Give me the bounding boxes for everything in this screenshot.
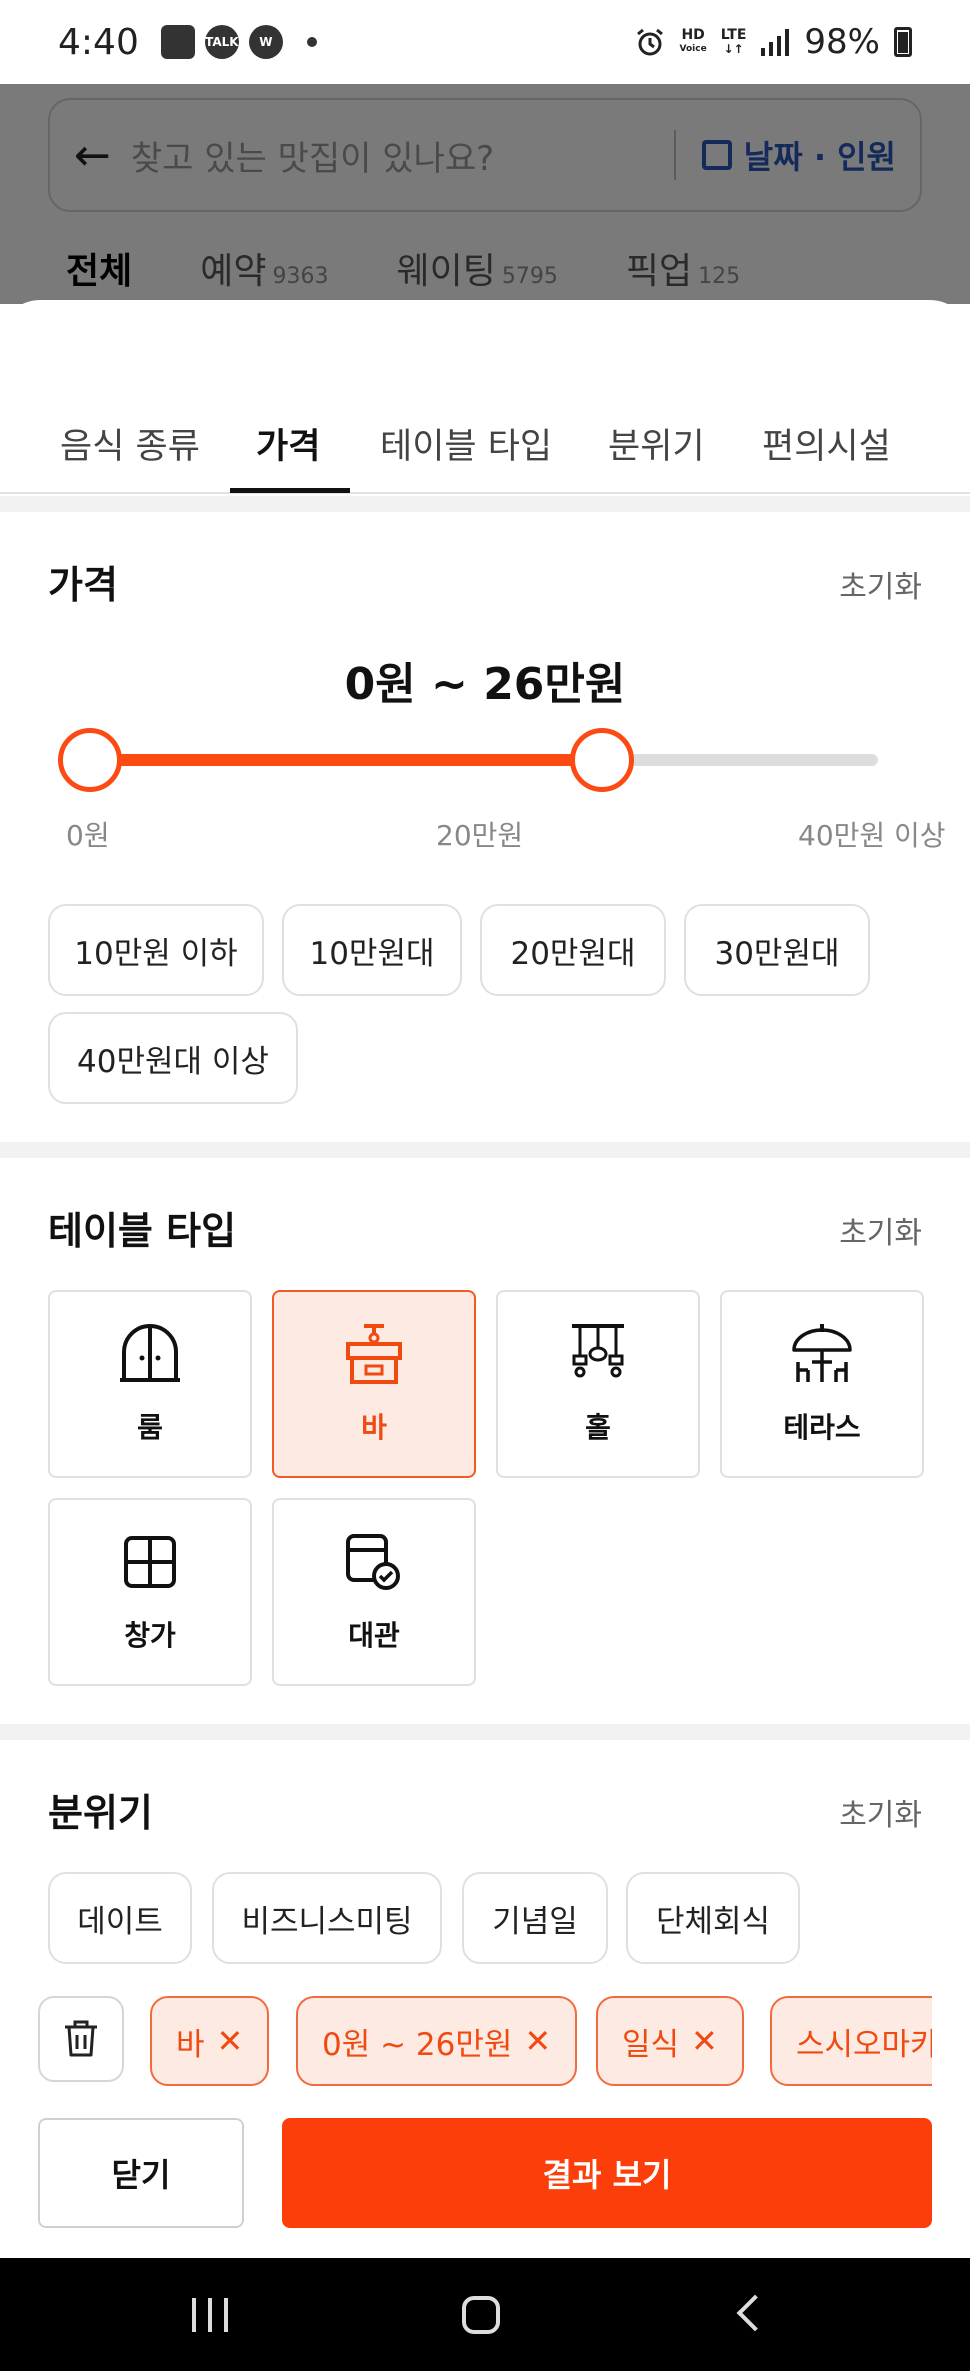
clear-all-filters-button[interactable] (38, 1996, 124, 2082)
status-time: 4:40 (58, 21, 139, 63)
filter-bottom-sheet: 음식 종류 가격 테이블 타입 분위기 편의시설 가격 초기화 0원 ~ 26만… (0, 300, 970, 2260)
bg-tab-reservation: 예약 9363 (200, 251, 329, 292)
price-chip[interactable]: 10만원대 (282, 904, 462, 996)
tab-price[interactable]: 가격 (256, 418, 320, 469)
search-placeholder: 찾고 있는 맛집이 있나요? (130, 138, 495, 179)
tab-food-type[interactable]: 음식 종류 (60, 418, 200, 469)
window-icon (124, 1536, 176, 1588)
selected-filters-strip[interactable]: 바✕ 0원 ~ 26만원✕ 일식✕ 스시오마카세✕ (150, 1996, 932, 2088)
battery-percent: 98% (804, 22, 880, 62)
alarm-icon (636, 28, 663, 56)
view-results-button[interactable]: 결과 보기 (282, 2118, 932, 2228)
tab-table-type[interactable]: 테이블 타입 (380, 418, 552, 469)
active-tab-indicator (230, 488, 350, 493)
slider-max-label: 40만원 이상 (798, 819, 946, 852)
gallery-icon (160, 25, 195, 59)
search-divider (673, 130, 676, 180)
trash-icon (65, 2020, 97, 2057)
price-chip[interactable]: 10만원 이하 (48, 904, 264, 996)
date-people-label: 날짜 · 인원 (743, 138, 896, 176)
mood-chip[interactable]: 데이트 (48, 1872, 192, 1964)
table-type-option-window[interactable]: 창가 (48, 1498, 252, 1686)
bar-counter-icon (346, 1324, 402, 1384)
selected-filter-chip[interactable]: 바 ✕ (150, 1996, 270, 2086)
kakaotalk-icon: TALK (204, 25, 239, 59)
more-notifications-dot-icon (306, 37, 317, 47)
price-slider-max-handle[interactable] (570, 728, 635, 792)
status-left-icons: TALK W (160, 25, 317, 59)
table-type-section-title: 테이블 타입 (48, 1209, 237, 1253)
signal-icon (761, 29, 790, 56)
background-tabs: 전체 예약 9363 웨이팅 5795 픽업 125 (66, 242, 740, 294)
mood-chip[interactable]: 비즈니스미팅 (212, 1872, 442, 1964)
section-divider (0, 496, 970, 512)
table-type-label: 바 (361, 1411, 387, 1444)
status-bar: 4:40 TALK W HD Voice LTE ↓↑ 98% (0, 0, 970, 84)
table-type-option-terrace[interactable]: 테라스 (720, 1290, 924, 1478)
mood-section-title: 분위기 (48, 1791, 153, 1835)
price-slider[interactable] (58, 728, 878, 792)
calendar-icon (701, 140, 732, 170)
price-chip[interactable]: 30만원대 (684, 904, 870, 996)
table-type-option-rental[interactable]: 대관 (272, 1498, 476, 1686)
rental-calendar-icon (346, 1534, 400, 1590)
bg-tab-waiting: 웨이팅 5795 (396, 251, 558, 292)
dimmed-background-page: ← 찾고 있는 맛집이 있나요? 날짜 · 인원 전체 예약 9363 웨이팅 57… (0, 84, 970, 304)
mood-reset-button[interactable]: 초기화 (839, 1790, 922, 1834)
section-divider (0, 1724, 970, 1740)
table-type-option-bar[interactable]: 바 (272, 1290, 476, 1478)
price-range-text: 0원 ~ 26만원 (344, 659, 626, 710)
back-arrow-icon: ← (74, 129, 111, 181)
search-bar: ← 찾고 있는 맛집이 있나요? 날짜 · 인원 (48, 98, 922, 212)
mood-chip[interactable]: 단체회식 (626, 1872, 800, 1964)
slider-min-label: 0원 (66, 819, 110, 852)
date-people-selector: 날짜 · 인원 (701, 132, 896, 178)
close-button[interactable]: 닫기 (38, 2118, 244, 2228)
table-type-label: 홀 (585, 1411, 611, 1444)
price-section-title: 가격 (48, 563, 118, 607)
selected-filter-chip[interactable]: 0원 ~ 26만원 ✕ (296, 1996, 578, 2086)
selected-filter-chip[interactable]: 스시오마카세✕ (770, 1996, 932, 2086)
table-type-reset-button[interactable]: 초기화 (839, 1208, 922, 1252)
price-chip[interactable]: 20만원대 (480, 904, 666, 996)
status-right-icons: HD Voice LTE ↓↑ 98% (634, 22, 912, 62)
hd-voice-icon: HD Voice (679, 27, 707, 54)
lte-icon: LTE ↓↑ (720, 27, 747, 56)
slider-mid-label: 20만원 (436, 819, 524, 852)
table-type-option-hall[interactable]: 홀 (496, 1290, 700, 1478)
remove-filter-icon[interactable]: ✕ (217, 2022, 244, 2060)
back-icon[interactable] (736, 2294, 774, 2332)
selected-filter-chip[interactable]: 일식 ✕ (596, 1996, 744, 2086)
bg-tab-pickup: 픽업 125 (625, 251, 741, 292)
system-navigation-bar (0, 2258, 970, 2371)
table-type-label: 창가 (124, 1619, 176, 1652)
price-slider-min-handle[interactable] (58, 728, 122, 792)
hall-lamps-icon (572, 1324, 624, 1378)
remove-filter-icon[interactable]: ✕ (691, 2022, 718, 2060)
price-slider-fill (90, 754, 603, 766)
tab-facilities[interactable]: 편의시설 (762, 418, 891, 469)
tab-mood[interactable]: 분위기 (608, 418, 705, 469)
table-type-label: 룸 (137, 1411, 163, 1444)
section-divider (0, 1142, 970, 1158)
recent-apps-icon[interactable] (192, 2298, 228, 2332)
bg-tab-all: 전체 (66, 251, 133, 292)
battery-icon (894, 27, 912, 57)
w-app-icon: W (248, 25, 283, 59)
table-type-label: 테라스 (783, 1411, 861, 1444)
mood-chip[interactable]: 기념일 (462, 1872, 608, 1964)
terrace-umbrella-icon (792, 1324, 852, 1382)
door-arch-icon (120, 1324, 180, 1382)
table-type-option-room[interactable]: 룸 (48, 1290, 252, 1478)
table-type-label: 대관 (348, 1619, 400, 1652)
home-icon[interactable] (462, 2296, 500, 2334)
filter-tab-bar: 음식 종류 가격 테이블 타입 분위기 편의시설 (0, 400, 970, 494)
remove-filter-icon[interactable]: ✕ (524, 2022, 551, 2060)
price-chip[interactable]: 40만원대 이상 (48, 1012, 298, 1104)
price-reset-button[interactable]: 초기화 (839, 562, 922, 606)
